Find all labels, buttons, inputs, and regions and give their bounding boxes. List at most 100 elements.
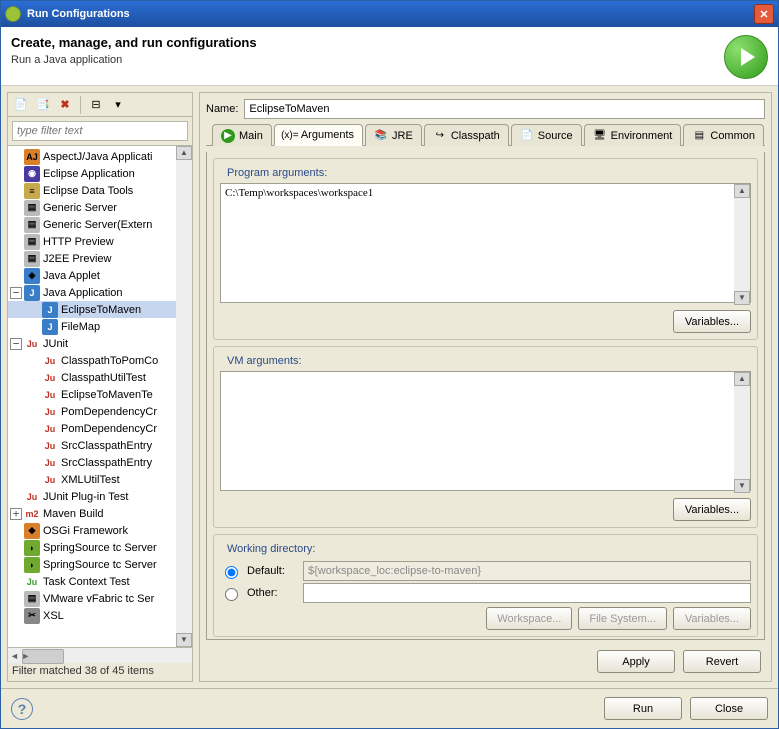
tree-item-label: SpringSource tc Server (43, 542, 157, 554)
tab-label: Common (710, 130, 755, 142)
tree-vscrollbar[interactable]: ▲▼ (176, 146, 192, 647)
tab-main[interactable]: ▶Main (212, 124, 272, 146)
vm-args-vscroll[interactable]: ▲▼ (734, 372, 750, 493)
tree-item[interactable]: +m2Maven Build (8, 505, 192, 522)
duplicate-config-button[interactable]: 📑 (34, 96, 52, 114)
titlebar: Run Configurations ✕ (1, 1, 778, 27)
tab-source[interactable]: 📄Source (511, 124, 582, 146)
tree-item[interactable]: JuSrcClasspathEntry (8, 437, 192, 454)
tree-item[interactable]: ▤VMware vFabric tc Ser (8, 590, 192, 607)
collapse-icon[interactable]: − (10, 287, 22, 299)
arguments-tab-icon: (x)= (283, 128, 297, 142)
tree-item[interactable]: ≡Eclipse Data Tools (8, 182, 192, 199)
tree-spacer (10, 559, 22, 571)
workspace-button[interactable]: Workspace... (486, 607, 572, 630)
filter-input[interactable] (12, 121, 188, 141)
collapse-icon[interactable]: − (10, 338, 22, 350)
left-pane: 📄 📑 ✖ ⊟ ▾ AJAspectJ/Java Applicati◉Eclip… (7, 92, 193, 682)
tree-spacer (28, 355, 40, 367)
program-args-variables-button[interactable]: Variables... (673, 310, 751, 333)
new-config-button[interactable]: 📄 (12, 96, 30, 114)
tree-spacer (10, 525, 22, 537)
tab-jre[interactable]: 📚JRE (365, 124, 422, 146)
config-tree[interactable]: AJAspectJ/Java Applicati◉Eclipse Applica… (8, 145, 192, 647)
close-button[interactable]: Close (690, 697, 768, 720)
tree-item[interactable]: ▤Generic Server (8, 199, 192, 216)
tree-spacer (28, 474, 40, 486)
tree-item[interactable]: ◆OSGi Framework (8, 522, 192, 539)
default-radio[interactable] (225, 566, 238, 579)
default-row: Default: (220, 561, 751, 581)
tree-spacer (10, 168, 22, 180)
tree-item[interactable]: JuPomDependencyCr (8, 403, 192, 420)
tct-icon: Ju (24, 574, 40, 590)
tree-spacer (28, 321, 40, 333)
tree-item-label: SrcClasspathEntry (61, 457, 152, 469)
tree-item[interactable]: JuClasspathToPomCo (8, 352, 192, 369)
name-input[interactable] (244, 99, 765, 119)
expand-icon[interactable]: + (10, 508, 22, 520)
tree-item-label: SpringSource tc Server (43, 559, 157, 571)
tree-item[interactable]: JuPomDependencyCr (8, 420, 192, 437)
tree-item[interactable]: −JJava Application (8, 284, 192, 301)
tree-spacer (28, 304, 40, 316)
tree-spacer (28, 389, 40, 401)
help-button[interactable]: ? (11, 698, 33, 720)
filter-status: Filter matched 38 of 45 items (8, 663, 192, 681)
filter-button[interactable]: ▾ (109, 96, 127, 114)
filesystem-button[interactable]: File System... (578, 607, 667, 630)
close-icon[interactable]: ✕ (754, 4, 774, 24)
tree-item-label: XSL (43, 610, 64, 622)
run-button[interactable]: Run (604, 697, 682, 720)
tree-item-label: Generic Server(Extern (43, 219, 152, 231)
tree-item[interactable]: ◗SpringSource tc Server (8, 556, 192, 573)
revert-button[interactable]: Revert (683, 650, 761, 673)
vm-args-label: VM arguments: (224, 355, 305, 367)
program-args-vscroll[interactable]: ▲▼ (734, 184, 750, 305)
collapse-all-button[interactable]: ⊟ (87, 96, 105, 114)
apply-button[interactable]: Apply (597, 650, 675, 673)
tree-item[interactable]: ✂XSL (8, 607, 192, 624)
tree-item[interactable]: ◗SpringSource tc Server (8, 539, 192, 556)
tree-item[interactable]: −JuJUnit (8, 335, 192, 352)
delete-config-button[interactable]: ✖ (56, 96, 74, 114)
tab-classpath[interactable]: ↪Classpath (424, 124, 509, 146)
tab-environment[interactable]: 🖥Environment (584, 124, 682, 146)
tree-item[interactable]: ▤J2EE Preview (8, 250, 192, 267)
jre-tab-icon: 📚 (374, 129, 388, 143)
other-path[interactable] (303, 583, 751, 603)
ju-icon: Ju (42, 404, 58, 420)
tree-item-label: Generic Server (43, 202, 117, 214)
tree-item[interactable]: JuSrcClasspathEntry (8, 454, 192, 471)
arguments-tab-body: Program arguments: C:\Temp\workspaces\wo… (206, 152, 765, 640)
tree-item[interactable]: ◉Eclipse Application (8, 165, 192, 182)
tree-item[interactable]: ◈Java Applet (8, 267, 192, 284)
tree-item[interactable]: AJAspectJ/Java Applicati (8, 148, 192, 165)
tree-item[interactable]: JuXMLUtilTest (8, 471, 192, 488)
separator (80, 96, 81, 114)
jup-icon: Ju (24, 489, 40, 505)
tree-spacer (10, 253, 22, 265)
tree-item[interactable]: ▤Generic Server(Extern (8, 216, 192, 233)
tree-item[interactable]: JEclipseToMaven (8, 301, 192, 318)
tree-item[interactable]: JuEclipseToMavenTe (8, 386, 192, 403)
vm-args-variables-button[interactable]: Variables... (673, 498, 751, 521)
apply-revert-row: Apply Revert (200, 646, 771, 681)
tab-label: Arguments (301, 129, 354, 141)
vm-args-textarea[interactable] (220, 371, 751, 491)
tree-item[interactable]: JuClasspathUtilTest (8, 369, 192, 386)
tab-arguments[interactable]: (x)= Arguments (274, 124, 363, 146)
tree-hscrollbar[interactable] (8, 647, 192, 663)
tree-item[interactable]: JuTask Context Test (8, 573, 192, 590)
ju-icon: Ju (24, 336, 40, 352)
java-icon: J (42, 319, 58, 335)
tree-item[interactable]: ▤HTTP Preview (8, 233, 192, 250)
wd-variables-button[interactable]: Variables... (673, 607, 751, 630)
program-args-group: Program arguments: C:\Temp\workspaces\wo… (213, 158, 758, 340)
tree-item[interactable]: JuJUnit Plug-in Test (8, 488, 192, 505)
other-radio[interactable] (225, 588, 238, 601)
tab-common[interactable]: ▤Common (683, 124, 764, 146)
tree-item[interactable]: JFileMap (8, 318, 192, 335)
program-args-textarea[interactable]: C:\Temp\workspaces\workspace1 (220, 183, 751, 303)
ju-icon: Ju (42, 472, 58, 488)
